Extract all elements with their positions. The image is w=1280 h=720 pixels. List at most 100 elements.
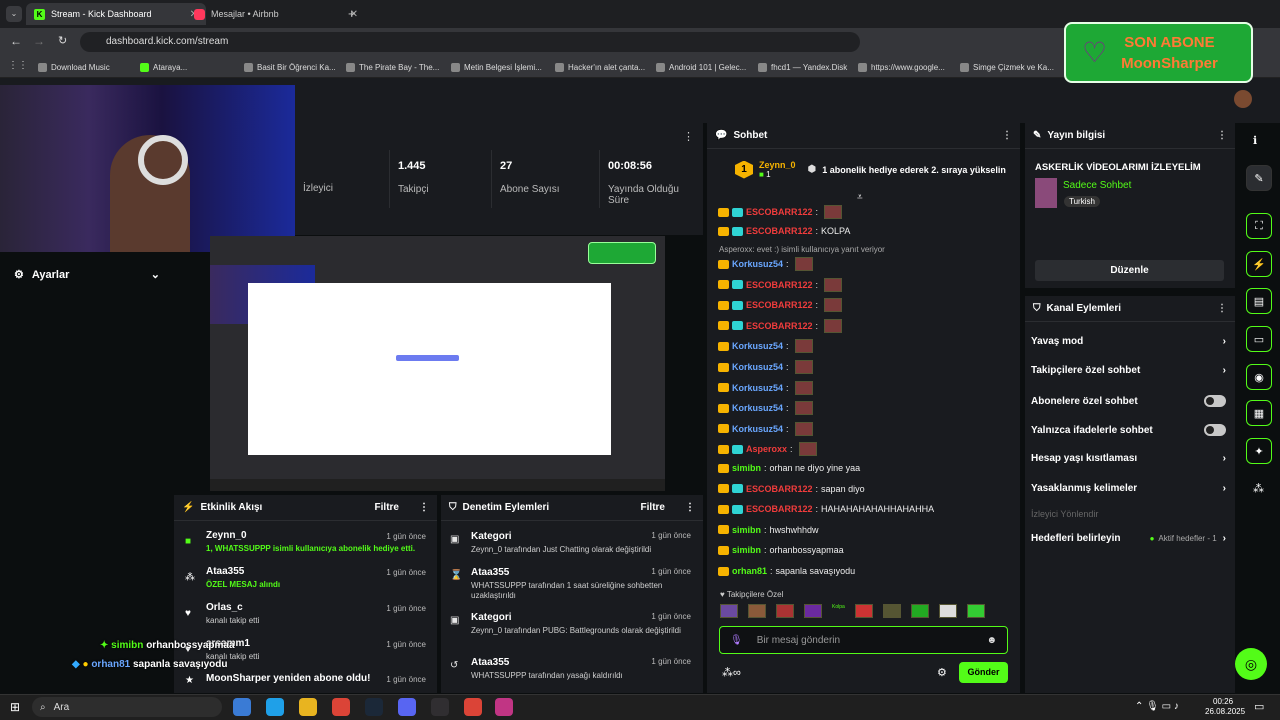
clip-button[interactable]: ⛶	[1246, 213, 1272, 239]
chat-message[interactable]: Korkusuz54:	[718, 401, 813, 416]
collapse-arrow-icon[interactable]: ⩡	[857, 192, 863, 203]
taskbar-app-icon[interactable]	[266, 698, 284, 716]
edit-stream-button[interactable]: ✎	[1246, 165, 1272, 191]
send-button[interactable]: Gönder	[959, 662, 1008, 683]
windows-start-icon[interactable]: ⊞	[10, 700, 20, 714]
notes-button[interactable]: ▤	[1246, 288, 1272, 314]
edit-button[interactable]: Düzenle	[1035, 260, 1224, 281]
filter-button[interactable]: Filtre	[641, 502, 665, 513]
chat-message[interactable]: Korkusuz54:	[718, 257, 813, 271]
chat-username[interactable]: ESCOBARR122	[746, 300, 813, 310]
emote-kolpa[interactable]: Kolpa	[832, 604, 845, 622]
emote[interactable]	[882, 604, 901, 618]
chat-username[interactable]: Asperoxx	[746, 444, 787, 454]
emote[interactable]	[910, 604, 929, 618]
action-followers-only[interactable]: Takipçilere özel sohbet ›	[1031, 365, 1226, 376]
settings-menu-item[interactable]: ⚙ Ayarlar ⌄	[14, 268, 160, 282]
chat-username[interactable]: ESCOBARR122	[746, 504, 813, 514]
share-icon[interactable]: ⁂	[1253, 482, 1264, 495]
chat-username[interactable]: Korkusuz54	[732, 403, 783, 413]
chat-username[interactable]: Korkusuz54	[732, 259, 783, 269]
chat-message[interactable]: ESCOBARR122:	[718, 205, 843, 219]
chat-message[interactable]: simibn: orhan ne diyo yine yaa	[718, 463, 860, 473]
action-set-targets[interactable]: Hedefleri belirleyin ● Aktif hedefler - …	[1031, 533, 1226, 544]
more-options-icon[interactable]: ⋮	[1217, 303, 1227, 314]
chat-message[interactable]: orhan81: sapanla savaşıyodu	[718, 566, 855, 576]
more-options-icon[interactable]: ⋮	[1217, 130, 1227, 141]
back-icon[interactable]: ←	[10, 34, 22, 48]
emote[interactable]	[748, 604, 766, 618]
bookmark[interactable]: Metin Belgesi İşlemi...	[451, 60, 542, 74]
stats-panel-menu[interactable]: ⋮	[683, 130, 694, 143]
tab-airbnb[interactable]: Mesajlar • Airbnb ✕	[186, 3, 366, 25]
tab-kick-dashboard[interactable]: K Stream - Kick Dashboard ✕	[26, 3, 206, 25]
action-slow-mode[interactable]: Yavaş mod ›	[1031, 336, 1226, 347]
chat-message[interactable]: Korkusuz54:	[718, 380, 813, 395]
emote[interactable]	[776, 604, 794, 618]
emote[interactable]	[966, 604, 985, 618]
chat-username[interactable]: simibn	[732, 525, 761, 535]
apps-icon[interactable]: ⋮⋮	[8, 60, 28, 71]
chat-username[interactable]: ESCOBARR122	[746, 321, 813, 331]
stream-preview[interactable]	[210, 236, 665, 491]
bookmark[interactable]: The Pirate Bay - The...	[346, 60, 439, 74]
new-tab-button[interactable]: +	[348, 6, 356, 21]
layout-button[interactable]: ▦	[1246, 400, 1272, 426]
tray-icons[interactable]: ⌃ 🎙 ▭ ♪	[1135, 701, 1179, 712]
taskbar-app-icon[interactable]	[398, 698, 416, 716]
subscribers-only-toggle[interactable]	[1204, 395, 1226, 407]
chat-username[interactable]: Korkusuz54	[732, 341, 783, 351]
taskbar-app-icon[interactable]	[464, 698, 482, 716]
bookmark[interactable]: https://www.google...	[858, 60, 945, 74]
bookmark[interactable]: Android 101 | Gelec...	[656, 60, 746, 74]
bookmark[interactable]: Ataraya...	[140, 60, 187, 74]
chat-message[interactable]: ESCOBARR122: KOLPA	[718, 226, 850, 236]
emote-only-toggle[interactable]	[1204, 424, 1226, 436]
chat-username[interactable]: ESCOBARR122	[746, 226, 813, 236]
category-name[interactable]: Sadece Sohbet	[1063, 180, 1131, 191]
chat-username[interactable]: Korkusuz54	[732, 362, 783, 372]
chat-username[interactable]: ESCOBARR122	[746, 484, 813, 494]
tools-button[interactable]: ✦	[1246, 438, 1272, 464]
taskbar-app-icon[interactable]	[495, 698, 513, 716]
tab-search-button[interactable]: ⌄	[6, 6, 22, 22]
chat-message[interactable]: ESCOBARR122:	[718, 277, 843, 292]
chat-message[interactable]: simibn: orhanbossyapmaa	[718, 545, 844, 555]
microphone-icon[interactable]: 🎙	[730, 635, 743, 646]
bookmark[interactable]: Download Music	[38, 60, 110, 74]
chat-message[interactable]: Asperoxx:	[718, 442, 817, 457]
avatar[interactable]	[1234, 90, 1252, 108]
taskbar-app-icon[interactable]	[299, 698, 317, 716]
raid-button[interactable]: ⚡	[1246, 251, 1272, 277]
info-icon[interactable]: ℹ	[1253, 134, 1257, 147]
taskbar-app-icon[interactable]	[431, 698, 449, 716]
more-options-icon[interactable]: ⋮	[419, 502, 429, 513]
chat-username[interactable]: orhan81	[732, 566, 767, 576]
bookmark[interactable]: Basit Bir Öğrenci Ka...	[244, 60, 336, 74]
taskbar-app-icon[interactable]	[332, 698, 350, 716]
bookmark[interactable]: fhcd1 — Yandex.Disk	[758, 60, 847, 74]
chat-username[interactable]: ESCOBARR122	[746, 280, 813, 290]
chat-popout-button[interactable]: ▭	[1246, 326, 1272, 352]
chat-username[interactable]: Korkusuz54	[732, 424, 783, 434]
chat-message[interactable]: ESCOBARR122:	[718, 318, 843, 333]
points-icon[interactable]: ⁂∞	[722, 666, 741, 679]
forward-icon[interactable]: →	[33, 34, 45, 48]
chat-username[interactable]: Korkusuz54	[732, 383, 783, 393]
chat-message[interactable]: Korkusuz54:	[718, 360, 813, 374]
chat-message[interactable]: ESCOBARR122: HAHAHAHAHAHHAHAHHA	[718, 504, 934, 514]
chat-username[interactable]: simibn	[732, 463, 761, 473]
action-account-age[interactable]: Hesap yaşı kısıtlaması ›	[1031, 453, 1226, 464]
support-button[interactable]: ◎	[1235, 648, 1267, 680]
chat-message[interactable]: ESCOBARR122: sapan diyo	[718, 484, 865, 494]
emote[interactable]	[720, 604, 738, 618]
bookmark[interactable]: Hacker'ın alet çanta...	[555, 60, 645, 74]
chat-message[interactable]: ESCOBARR122:	[718, 298, 843, 313]
emote[interactable]	[854, 604, 873, 618]
notification-icon[interactable]: ▭	[1254, 700, 1264, 713]
more-options-icon[interactable]: ⋮	[685, 502, 695, 513]
reload-icon[interactable]: ↻	[58, 34, 67, 47]
url-input[interactable]: dashboard.kick.com/stream	[80, 32, 860, 52]
taskbar-app-icon[interactable]	[365, 698, 383, 716]
emoji-icon[interactable]: ☻	[986, 635, 997, 646]
